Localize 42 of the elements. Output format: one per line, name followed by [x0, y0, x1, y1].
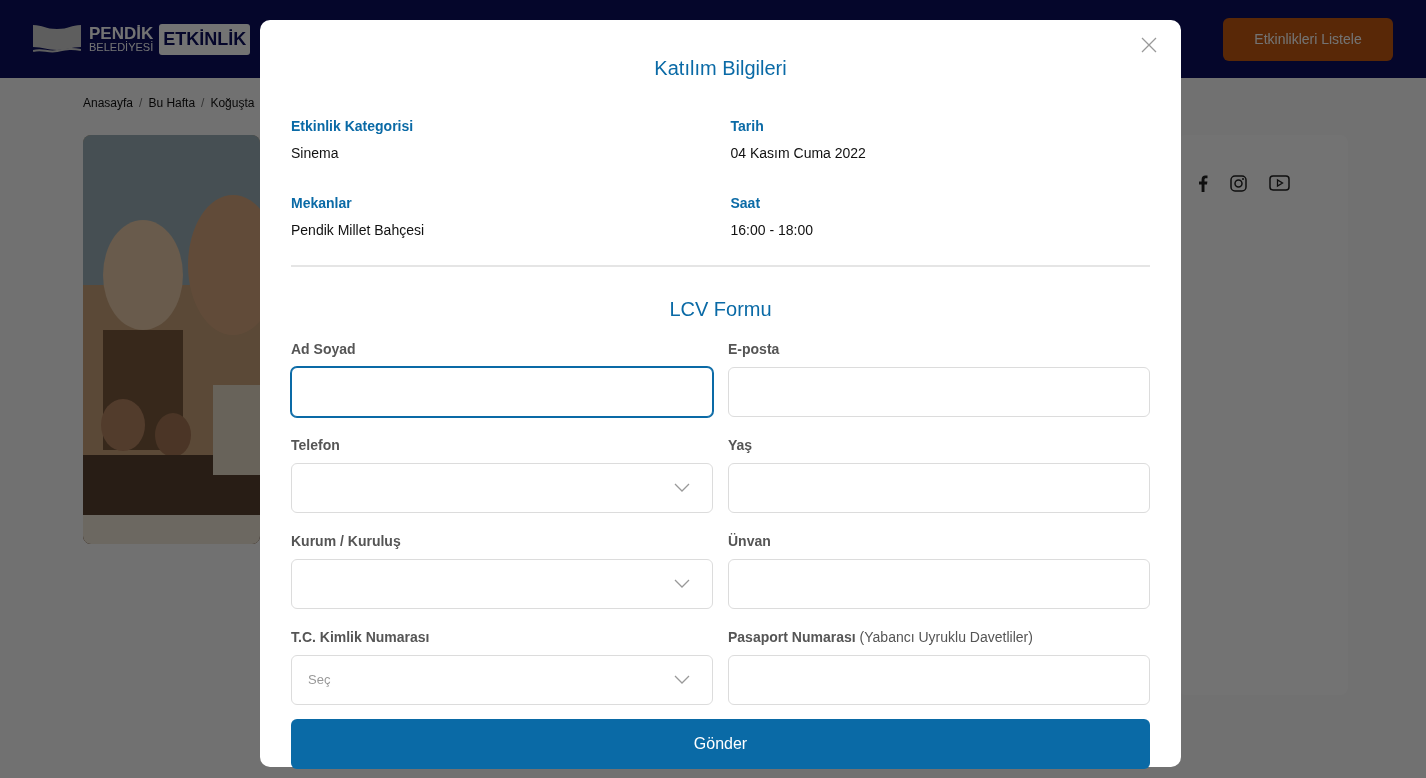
breadcrumb-separator: / [139, 95, 143, 112]
form-title: LCV Formu [668, 297, 773, 321]
info-label: Etkinlik Kategorisi [291, 117, 415, 136]
chevron-down-icon [674, 579, 690, 589]
close-icon [1141, 37, 1157, 53]
close-button[interactable] [1141, 36, 1159, 54]
field-note: (Yabancı Uyruklu Davetliler) [859, 628, 1033, 647]
info-value: Pendik Millet Bahçesi [291, 221, 426, 240]
select-field[interactable] [291, 559, 713, 609]
info-label: Mekanlar [291, 194, 353, 213]
info-value: 04 Kasım Cuma 2022 [730, 144, 867, 163]
field-label: Kurum / Kuruluş [291, 532, 401, 551]
youtube-icon[interactable] [1269, 175, 1290, 191]
submit-button[interactable]: Gönder [291, 719, 1150, 769]
info-value: 16:00 - 18:00 [730, 221, 814, 240]
logo-badge: ETKİNLİK [159, 23, 251, 55]
info-label: Tarih [730, 117, 765, 136]
facebook-icon[interactable] [1198, 175, 1208, 192]
breadcrumb-link[interactable]: Koğuşta [210, 94, 255, 112]
breadcrumb-separator: / [201, 95, 205, 112]
field-label: Ünvan [728, 532, 771, 551]
field-label: Telefon [291, 436, 340, 455]
select-field[interactable] [291, 463, 713, 513]
logo-name: PENDİK [89, 25, 154, 42]
modal-title: Katılım Bilgileri [653, 56, 788, 80]
input-field[interactable] [291, 367, 713, 417]
chevron-down-icon [674, 483, 690, 493]
field-label: Pasaport Numarası [728, 628, 856, 647]
instagram-icon[interactable] [1230, 175, 1247, 192]
select-field[interactable]: Seç [291, 655, 713, 705]
field-label: Ad Soyad [291, 340, 356, 359]
wave-logo-icon [33, 23, 81, 55]
chevron-down-icon [674, 675, 690, 685]
info-value: Sinema [291, 144, 340, 163]
field-label: E-posta [728, 340, 780, 359]
logo-subtitle: BELEDİYESİ [89, 42, 154, 53]
field-label: T.C. Kimlik Numarası [291, 628, 430, 647]
breadcrumb-link[interactable]: Anasayfa [83, 94, 134, 112]
list-events-button[interactable]: Etkinlikleri Listele [1223, 17, 1393, 61]
breadcrumb-link[interactable]: Bu Hafta [148, 94, 196, 112]
info-label: Saat [730, 194, 762, 213]
field-label: Yaş [728, 436, 753, 455]
